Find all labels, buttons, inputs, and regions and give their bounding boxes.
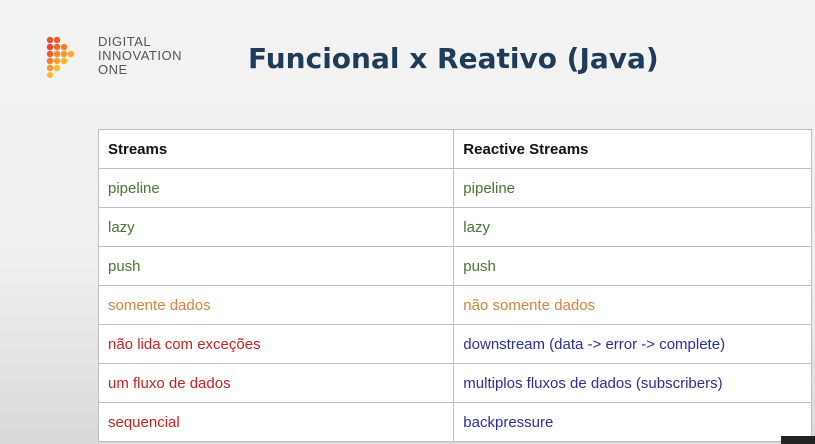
table-row: um fluxo de dados multiplos fluxos de da… (97, 363, 812, 403)
cell-streams: não lida com exceções (97, 324, 455, 364)
cell-reactive: multiplos fluxos de dados (subscribers) (453, 363, 812, 403)
header-reactive-streams: Reactive Streams (453, 129, 812, 169)
slide-title: Funcional x Reativo (Java) (248, 42, 659, 75)
table-row: sequencial backpressure (97, 402, 812, 442)
cell-streams: somente dados (97, 285, 455, 325)
header-streams: Streams (97, 129, 455, 169)
comparison-table: Streams Reactive Streams pipeline pipeli… (97, 129, 812, 442)
cell-reactive: push (453, 246, 812, 286)
dio-logo-icon (46, 36, 75, 78)
video-overlay-corner (781, 436, 815, 444)
table-row: pipeline pipeline (97, 168, 812, 208)
cell-streams: um fluxo de dados (97, 363, 455, 403)
cell-reactive: não somente dados (453, 285, 812, 325)
cell-streams: pipeline (97, 168, 455, 208)
brand-line-3: ONE (98, 62, 128, 77)
cell-streams: push (97, 246, 455, 286)
cell-reactive: lazy (453, 207, 812, 247)
brand-line-1: DIGITAL (98, 34, 152, 49)
table-row: lazy lazy (97, 207, 812, 247)
table-row: somente dados não somente dados (97, 285, 812, 325)
slide: DIGITAL INNOVATION ONE Funcional x Reati… (0, 0, 815, 444)
brand-logo: DIGITAL INNOVATION ONE (44, 32, 204, 84)
cell-reactive: backpressure (453, 402, 812, 442)
brand-text: DIGITAL INNOVATION ONE (98, 35, 182, 77)
brand-line-2: INNOVATION (98, 48, 182, 63)
cell-reactive: pipeline (453, 168, 812, 208)
table-header-row: Streams Reactive Streams (97, 129, 812, 169)
table-row: não lida com exceções downstream (data -… (97, 324, 812, 364)
cell-streams: sequencial (97, 402, 455, 442)
table-row: push push (97, 246, 812, 286)
cell-streams: lazy (97, 207, 455, 247)
cell-reactive: downstream (data -> error -> complete) (453, 324, 812, 364)
